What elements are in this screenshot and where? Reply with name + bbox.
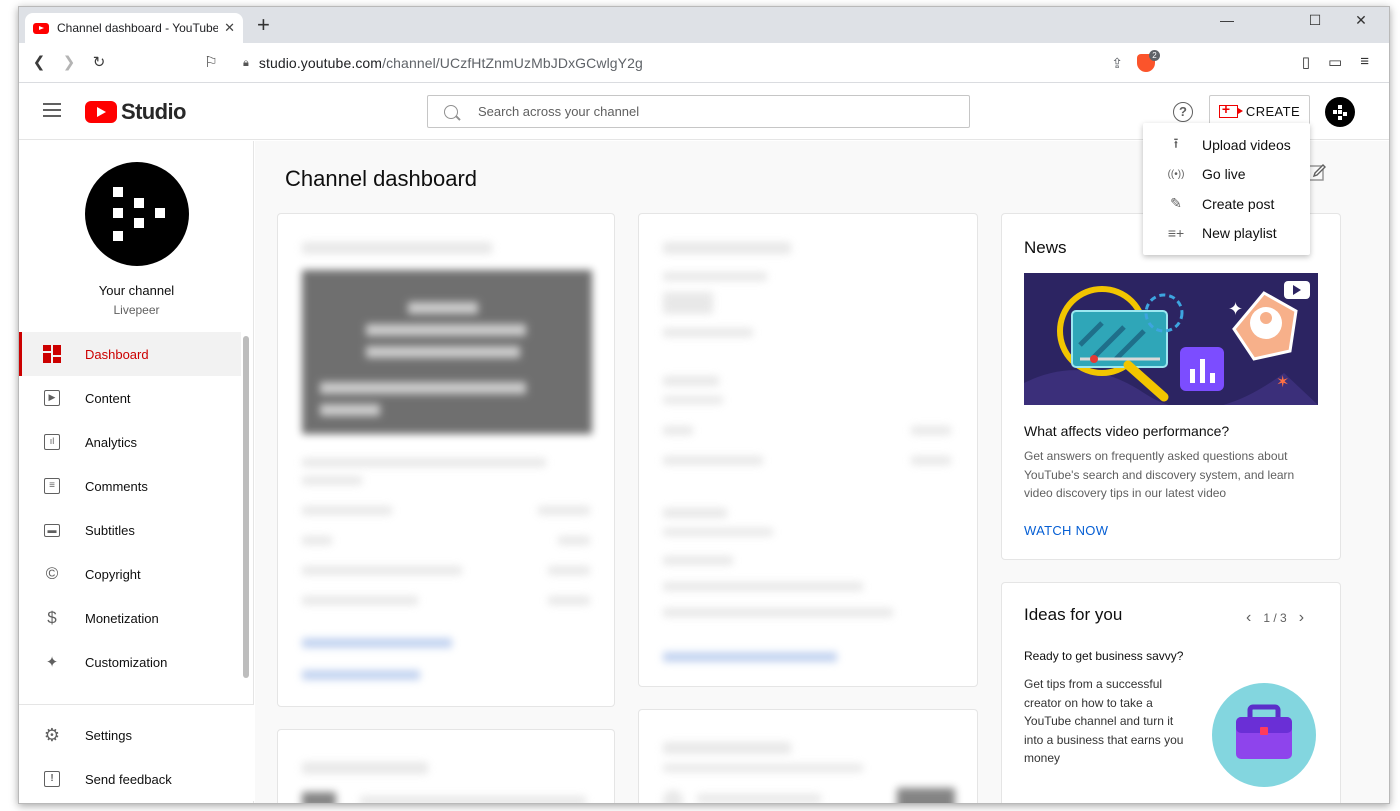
ideas-subtitle: Ready to get business savvy? xyxy=(1024,649,1184,663)
search-icon xyxy=(444,104,458,119)
browser-tab[interactable]: Channel dashboard - YouTube Studio ✕ xyxy=(25,13,243,43)
ideas-pager: ‹ 1 / 3 › xyxy=(1246,609,1304,627)
back-icon[interactable]: ❮ xyxy=(29,53,49,73)
sidebar-item-dashboard[interactable]: Dashboard xyxy=(19,332,241,376)
sidebar-item-copyright[interactable]: © Copyright xyxy=(19,552,241,596)
create-menu: ⭱ Upload videos ((•)) Go live ✎ Create p… xyxy=(1143,123,1310,255)
new-tab-button[interactable]: + xyxy=(257,14,270,36)
create-video-icon xyxy=(1218,101,1243,118)
forward-icon[interactable]: ❯ xyxy=(59,53,79,73)
latest-video-card xyxy=(277,213,615,707)
channel-label: Your channel xyxy=(98,283,175,298)
sidebar: Your channel Livepeer Dashboard ▶ Conten… xyxy=(19,141,254,803)
ideas-description: Get tips from a successful creator on ho… xyxy=(1024,677,1184,765)
menu-item-go-live[interactable]: ((•)) Go live xyxy=(1143,160,1310,190)
menu-item-upload-videos[interactable]: ⭱ Upload videos xyxy=(1143,130,1310,160)
search-input[interactable] xyxy=(478,104,918,119)
sidebar-item-monetization[interactable]: $ Monetization xyxy=(19,596,241,640)
sidebar-item-send-feedback[interactable]: ! Send feedback xyxy=(19,757,254,801)
menu-item-create-post[interactable]: ✎ Create post xyxy=(1143,189,1310,219)
search-bar[interactable] xyxy=(427,95,970,128)
bookmark-icon[interactable]: ⚐ xyxy=(201,53,221,73)
studio-logo[interactable]: Studio xyxy=(85,99,186,125)
sidebar-toggle-icon[interactable]: ▯ xyxy=(1302,53,1310,71)
browser-toolbar: ❮ ❯ ↻ ⚐ 🔒︎ studio.youtube.com/channel/UC… xyxy=(19,43,1389,83)
news-title: What affects video performance? xyxy=(1024,423,1230,439)
content-icon: ▶ xyxy=(43,389,61,407)
published-videos-card xyxy=(277,729,615,803)
share-icon[interactable]: ⇪ xyxy=(1111,55,1123,72)
pager-count: 1 / 3 xyxy=(1263,611,1287,625)
browser-window: Channel dashboard - YouTube Studio ✕ + —… xyxy=(18,6,1390,804)
tab-strip: Channel dashboard - YouTube Studio ✕ + —… xyxy=(19,7,1389,43)
news-card: News ✦ ✶ What affects video performance?… xyxy=(1001,213,1341,560)
feedback-icon: ! xyxy=(43,770,61,788)
news-description: Get answers on frequently asked question… xyxy=(1024,449,1295,500)
briefcase-illustration xyxy=(1212,683,1316,787)
news-illustration: ✦ ✶ xyxy=(1024,273,1318,405)
help-icon[interactable]: ? xyxy=(1173,102,1193,122)
sidebar-item-subtitles[interactable]: ▬ Subtitles xyxy=(19,508,241,552)
briefcase-icon xyxy=(1236,704,1292,759)
ideas-card: Ideas for you ‹ 1 / 3 › Ready to get bus… xyxy=(1001,582,1341,803)
youtube-logo-icon xyxy=(85,101,117,123)
sidebar-item-settings[interactable]: ⚙ Settings xyxy=(19,713,254,757)
copyright-icon: © xyxy=(45,564,59,583)
menu-icon[interactable]: ≡ xyxy=(1360,53,1369,71)
page-title: Channel dashboard xyxy=(285,166,478,191)
sidebar-item-comments[interactable]: ≡ Comments xyxy=(19,464,241,508)
chevron-right-icon[interactable]: › xyxy=(1299,609,1304,627)
youtube-favicon-icon xyxy=(33,22,49,34)
channel-name: Livepeer xyxy=(113,303,160,317)
chevron-left-icon[interactable]: ‹ xyxy=(1246,609,1251,627)
menu-item-new-playlist[interactable]: ≡+ New playlist xyxy=(1143,219,1310,249)
comments-icon: ≡ xyxy=(43,477,61,495)
live-icon: ((•)) xyxy=(1167,168,1185,180)
analytics-icon: ıl xyxy=(43,433,61,451)
sidebar-item-customization[interactable]: ✦ Customization xyxy=(19,640,241,684)
channel-avatar[interactable] xyxy=(85,162,189,266)
latest-comments-card xyxy=(638,709,978,803)
close-tab-icon[interactable]: ✕ xyxy=(224,20,235,36)
sidebar-nav: Dashboard ▶ Content ıl Analytics ≡ Comme… xyxy=(19,332,241,684)
hamburger-menu-icon[interactable] xyxy=(43,103,61,117)
create-post-icon: ✎ xyxy=(1170,195,1182,212)
sidebar-item-analytics[interactable]: ıl Analytics xyxy=(19,420,241,464)
url-text: studio.youtube.com/channel/UCzfHtZnmUzMb… xyxy=(258,55,643,71)
sidebar-scrollbar[interactable] xyxy=(243,336,249,678)
minimize-button[interactable]: — xyxy=(1217,12,1237,28)
wallet-icon[interactable]: ▭ xyxy=(1328,53,1342,71)
subtitles-icon: ▬ xyxy=(43,521,61,539)
sidebar-item-content[interactable]: ▶ Content xyxy=(19,376,241,420)
lock-icon: 🔒︎ xyxy=(243,56,249,69)
reload-icon[interactable]: ↻ xyxy=(89,53,109,73)
svg-text:✦: ✦ xyxy=(1228,299,1243,320)
svg-text:✶: ✶ xyxy=(1276,372,1289,391)
account-avatar[interactable] xyxy=(1325,97,1355,127)
brave-shield-icon[interactable]: 2 xyxy=(1137,50,1160,72)
address-bar[interactable]: 🔒︎ studio.youtube.com/channel/UCzfHtZnmU… xyxy=(233,48,1165,78)
monetization-icon: $ xyxy=(47,608,57,627)
ideas-heading: Ideas for you xyxy=(1024,605,1123,624)
sidebar-bottom: ⚙ Settings ! Send feedback xyxy=(19,704,254,801)
new-playlist-icon: ≡+ xyxy=(1167,225,1185,242)
tab-title: Channel dashboard - YouTube Studio xyxy=(57,21,219,35)
close-window-button[interactable]: ✕ xyxy=(1351,12,1371,29)
upload-icon: ⭱ xyxy=(1173,134,1179,151)
settings-icon: ⚙ xyxy=(43,724,61,745)
news-heading: News xyxy=(1024,238,1067,257)
customization-icon: ✦ xyxy=(45,654,59,671)
watch-now-link[interactable]: WATCH NOW xyxy=(1024,523,1108,538)
maximize-button[interactable]: ☐ xyxy=(1305,12,1325,29)
dashboard-icon xyxy=(43,345,61,363)
channel-analytics-card xyxy=(638,213,978,687)
edit-icon[interactable] xyxy=(1307,163,1327,183)
